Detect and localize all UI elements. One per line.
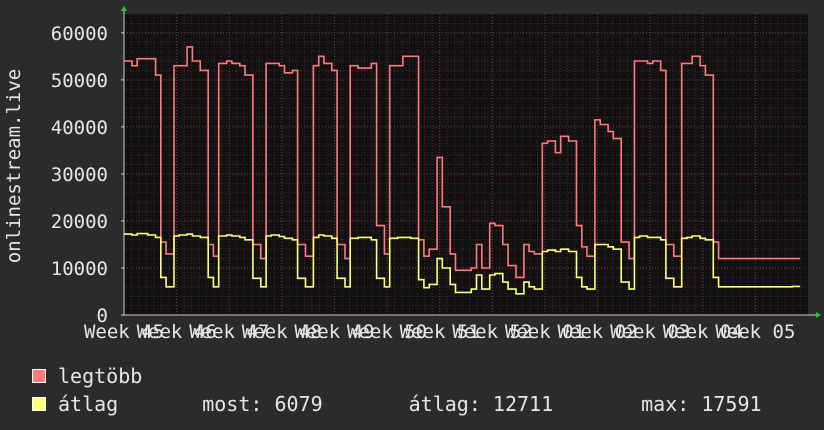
x-axis-arrow — [816, 312, 821, 318]
stat-max: max: 17591 — [641, 392, 762, 416]
stat-atlag: átlag: 12711 — [408, 392, 554, 416]
y-tick-label: 60000 — [51, 23, 108, 45]
y-axis-label: onlinestream.live — [3, 69, 25, 263]
stat-most: most: 6079 — [202, 392, 323, 416]
x-tick-label: Week 05 — [715, 321, 795, 343]
legend-row-atlag: átlag most: 6079 átlag: 12711 max: 17591 — [32, 390, 812, 418]
chart: 0 10000 20000 30000 40000 50000 60000 Week 45 We… — [0, 0, 824, 345]
y-tick-label: 40000 — [51, 117, 108, 139]
chart-plot: 0100002000030000400005000060000Week 45We… — [3, 6, 821, 343]
legend-row-legtobb: legtöbb — [32, 362, 812, 390]
legend-swatch-atlag — [32, 397, 46, 411]
y-tick-label: 30000 — [51, 164, 108, 186]
legend: legtöbb átlag most: 6079 átlag: 12711 ma… — [32, 362, 812, 418]
y-tick-label: 50000 — [51, 70, 108, 92]
y-tick-label: 20000 — [51, 211, 108, 233]
legend-label-legtobb: legtöbb — [58, 364, 143, 388]
y-axis-arrow — [121, 6, 127, 11]
y-tick-label: 10000 — [51, 258, 108, 280]
legend-swatch-legtobb — [32, 369, 46, 383]
legend-label-atlag: átlag — [58, 392, 119, 416]
